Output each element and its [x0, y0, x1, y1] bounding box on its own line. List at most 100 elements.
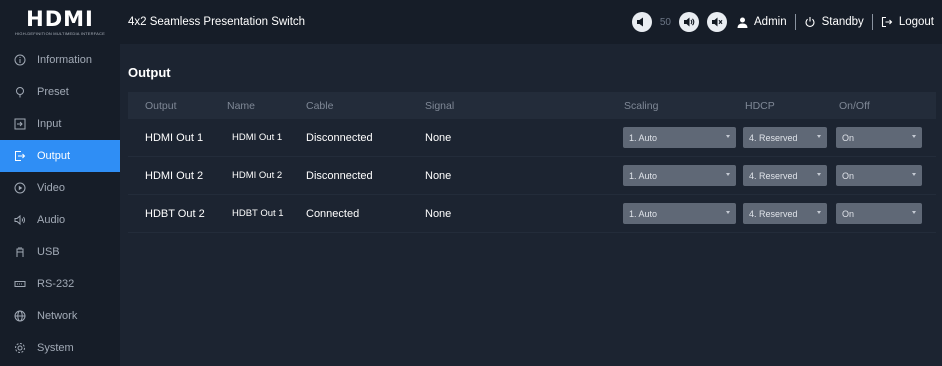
user-icon [737, 17, 748, 28]
logout-icon [881, 16, 893, 28]
output-cell: HDMI Out 1 [145, 131, 204, 144]
chevron-down-icon [912, 211, 916, 214]
onoff-select[interactable]: On [836, 165, 922, 186]
output-cell: HDMI Out 2 [145, 169, 204, 182]
name-cell[interactable]: HDMI Out 2 [232, 170, 282, 181]
sidebar-item-label: Information [37, 54, 93, 66]
sidebar-item-label: Network [37, 310, 78, 322]
sidebar-item-label: Audio [37, 214, 66, 226]
standby-button[interactable]: Standby [804, 16, 864, 28]
hdcp-select[interactable]: 4. Reserved [743, 203, 827, 224]
sidebar-item-label: RS-232 [37, 278, 75, 290]
sidebar-item-network[interactable]: Network [0, 300, 120, 332]
column-header-cable: Cable [306, 99, 334, 112]
chevron-down-icon [912, 173, 916, 176]
input-icon [14, 118, 26, 130]
onoff-value: On [842, 208, 855, 219]
hdcp-value: 4. Reserved [749, 132, 798, 143]
onoff-value: On [842, 132, 855, 143]
table-row: HDMI Out 1 HDMI Out 1 Disconnected None … [128, 119, 936, 157]
sidebar-item-information[interactable]: Information [0, 44, 120, 76]
chevron-down-icon [912, 135, 916, 138]
logo-text: HDMI [26, 6, 94, 31]
onoff-select[interactable]: On [836, 127, 922, 148]
sidebar-item-input[interactable]: Input [0, 108, 120, 140]
network-icon [14, 310, 26, 322]
sidebar-item-preset[interactable]: Preset [0, 76, 120, 108]
chevron-down-icon [817, 211, 821, 214]
scaling-select[interactable]: 1. Auto [623, 127, 736, 148]
chevron-down-icon [726, 211, 730, 214]
hdcp-value: 4. Reserved [749, 170, 798, 181]
column-header-hdcp: HDCP [745, 99, 775, 112]
mute-button[interactable] [707, 12, 727, 32]
cable-cell: Disconnected [306, 131, 373, 144]
scaling-select[interactable]: 1. Auto [623, 165, 736, 186]
volume-up-icon [684, 17, 695, 27]
sidebar-item-output[interactable]: Output [0, 140, 120, 172]
top-bar: HDMI HIGH-DEFINITION MULTIMEDIA INTERFAC… [0, 0, 942, 44]
sidebar-item-label: Output [37, 150, 71, 162]
cable-cell: Connected [306, 207, 360, 220]
scaling-value: 1. Auto [629, 208, 658, 219]
table-header: Output Name Cable Signal Scaling HDCP On… [128, 92, 936, 119]
sidebar-item-label: Input [37, 118, 62, 130]
chevron-down-icon [817, 173, 821, 176]
column-header-scaling: Scaling [624, 99, 659, 112]
cable-cell: Disconnected [306, 169, 373, 182]
volume-up-button[interactable] [679, 12, 699, 32]
name-cell[interactable]: HDBT Out 1 [232, 208, 284, 219]
info-icon [14, 54, 26, 66]
scaling-select[interactable]: 1. Auto [623, 203, 736, 224]
rs232-icon [14, 278, 26, 290]
chevron-down-icon [726, 173, 730, 176]
logo-subtitle: HIGH-DEFINITION MULTIMEDIA INTERFACE [14, 30, 106, 36]
table-row: HDMI Out 2 HDMI Out 2 Disconnected None … [128, 157, 936, 195]
volume-down-button[interactable] [631, 12, 652, 32]
sidebar-item-label: System [37, 342, 74, 354]
signal-cell: None [425, 169, 452, 182]
page-title: Output [128, 65, 171, 80]
column-header-output: Output [145, 99, 177, 112]
name-cell[interactable]: HDMI Out 1 [232, 132, 282, 143]
volume-down-icon [636, 17, 643, 27]
column-header-signal: Signal [425, 99, 455, 112]
sidebar-item-label: Preset [37, 86, 69, 98]
logout-button[interactable]: Logout [881, 16, 934, 28]
sidebar-item-audio[interactable]: Audio [0, 204, 120, 236]
top-controls: 50 Admin Standby Logout [628, 12, 942, 32]
hdcp-select[interactable]: 4. Reserved [743, 165, 827, 186]
standby-label: Standby [821, 16, 864, 28]
hdcp-select[interactable]: 4. Reserved [743, 127, 827, 148]
sidebar-item-usb[interactable]: USB [0, 236, 120, 268]
power-icon [805, 17, 815, 27]
video-icon [14, 182, 26, 194]
divider [871, 14, 873, 30]
sidebar-item-label: Video [37, 182, 65, 194]
user-menu[interactable]: Admin [737, 16, 787, 28]
usb-icon [14, 246, 26, 258]
table-row: HDBT Out 2 HDBT Out 1 Connected None 1. … [128, 195, 936, 233]
output-cell: HDBT Out 2 [145, 207, 205, 220]
output-icon [14, 150, 26, 162]
scaling-value: 1. Auto [629, 170, 658, 181]
app-title: 4x2 Seamless Presentation Switch [128, 16, 306, 28]
mute-icon [712, 17, 723, 27]
chevron-down-icon [726, 135, 730, 138]
onoff-select[interactable]: On [836, 203, 922, 224]
hdcp-value: 4. Reserved [749, 208, 798, 219]
main-content: Output Output Name Cable Signal Scaling … [120, 44, 942, 366]
signal-cell: None [425, 207, 452, 220]
divider [794, 14, 796, 30]
sidebar-item-video[interactable]: Video [0, 172, 120, 204]
system-icon [14, 342, 26, 354]
audio-icon [14, 214, 26, 226]
chevron-down-icon [817, 135, 821, 138]
sidebar-item-system[interactable]: System [0, 332, 120, 364]
sidebar: Information Preset Input Output Video Au… [0, 44, 120, 366]
signal-cell: None [425, 131, 452, 144]
sidebar-item-rs232[interactable]: RS-232 [0, 268, 120, 300]
output-table: Output Name Cable Signal Scaling HDCP On… [128, 92, 936, 233]
sidebar-item-label: USB [37, 246, 60, 258]
user-name: Admin [754, 16, 787, 28]
